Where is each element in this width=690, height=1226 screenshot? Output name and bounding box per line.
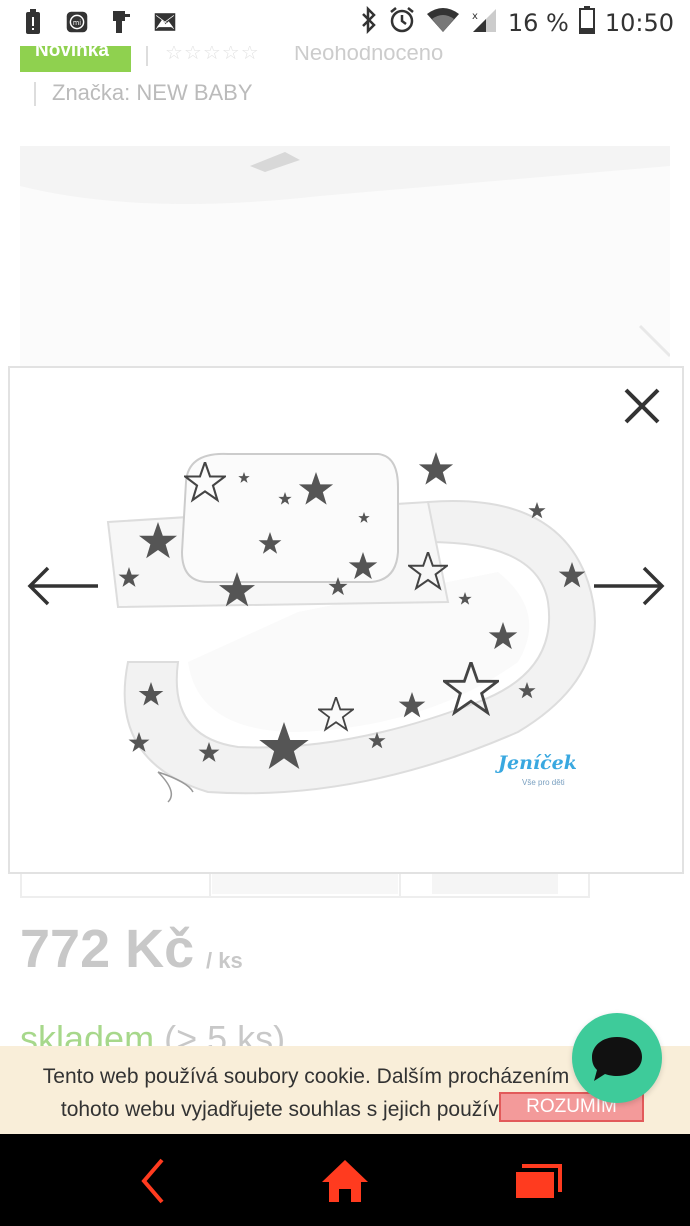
brand-label: Značka: [52,80,131,105]
home-icon[interactable] [320,1156,370,1206]
chat-button[interactable] [572,1013,662,1103]
system-nav-bar [0,1134,690,1226]
back-icon[interactable] [128,1156,178,1206]
svg-text:x: x [472,11,478,22]
brand-logo-tagline: Vše pro děti [522,778,565,787]
arrow-right-icon[interactable] [592,564,666,608]
recents-icon[interactable] [512,1156,562,1206]
brand-logo: Jeníček [498,752,577,774]
brand-line: Značka: NEW BABY [52,80,253,106]
mi-icon: mi [66,8,88,36]
brand-name[interactable]: NEW BABY [136,80,252,105]
alarm-icon [388,6,416,39]
svg-text:mi: mi [73,19,81,27]
chat-bubble-icon [592,1037,642,1081]
image-icon [154,8,176,36]
alert-icon [22,8,44,36]
signal-icon: x [470,7,498,38]
price: 772 Kč [20,919,195,979]
status-bar: mi x 16 % 10:50 [0,0,690,46]
product-image-background [20,146,672,368]
close-icon[interactable] [620,384,664,428]
image-lightbox: Jeníček Vše pro děti [8,366,684,874]
battery-percent: 16 % [507,8,569,37]
usb-icon [110,8,132,36]
divider [34,82,36,106]
cookie-message: Tento web používá soubory cookie. Dalším… [42,1065,570,1121]
thumbnail-strip[interactable] [20,870,590,898]
wifi-icon [426,7,460,38]
bluetooth-icon [360,5,378,39]
arrow-left-icon[interactable] [26,564,100,608]
battery-icon [578,6,595,39]
clock: 10:50 [604,8,674,37]
price-unit: / ks [206,948,243,973]
